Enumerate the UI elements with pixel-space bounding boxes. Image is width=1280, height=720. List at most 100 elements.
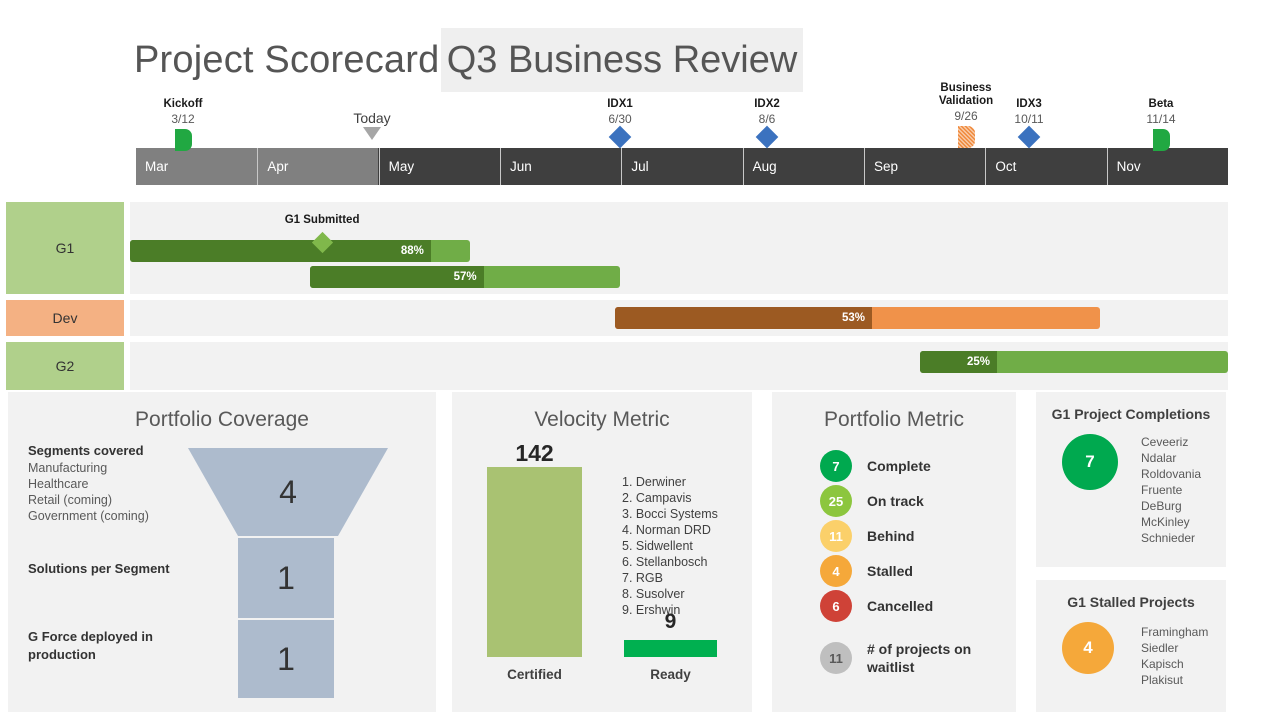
status-row-on-track: 25 On track xyxy=(820,485,924,517)
lane-label-g1: G1 xyxy=(6,202,124,294)
status-badge: 6 xyxy=(820,590,852,622)
status-row-stalled: 4 Stalled xyxy=(820,555,913,587)
coverage-row-1: Solutions per Segment xyxy=(28,560,193,578)
gantt-bar-row: 57%G1 Support4/15 - 6/30 xyxy=(130,266,1228,288)
funnel-segment-1: 1 xyxy=(238,538,334,618)
g1-completions-list: Ceveeriz Ndalar Roldovania Fruente DeBurg McK… xyxy=(1141,434,1201,546)
project-list-item: Roldovania xyxy=(1141,467,1202,481)
timeline-month-nov: Nov xyxy=(1106,148,1228,185)
milestone-name: Today xyxy=(353,110,391,126)
project-list-item: Kapisch xyxy=(1141,657,1184,671)
diamond-blue-icon xyxy=(1017,125,1041,149)
status-label: Stalled xyxy=(867,563,913,579)
waitlist-badge: 11 xyxy=(820,642,852,674)
gantt-bar-row: 25%G2 Platform9/15 - 11/27 xyxy=(130,351,1228,373)
status-badge: 7 xyxy=(820,450,852,482)
gantt-bar-progress: 53% xyxy=(615,307,873,329)
coverage-segment-item: Healthcare xyxy=(28,477,89,491)
ready-value: 9 xyxy=(664,610,677,633)
certified-bar xyxy=(487,467,582,657)
milestone-name: IDX1 xyxy=(607,98,633,110)
ready-label: Ready xyxy=(650,667,691,682)
velocity-list-item: 6. Stellanbosch xyxy=(622,555,708,569)
flag-orange-hatched-icon xyxy=(957,126,975,148)
velocity-list-item: 5. Sidwellent xyxy=(622,539,693,553)
status-row-behind: 11 Behind xyxy=(820,520,914,552)
project-list-item: Plakisut xyxy=(1141,673,1184,687)
coverage-row-0: Segments covered Manufacturing Healthcare R… xyxy=(28,442,193,524)
lane-body-g1: 88%G1 Program3/1 - 5/24 G1 Submitted 57%G1… xyxy=(130,202,1228,294)
certified-value: 142 xyxy=(515,440,554,466)
lane-body-g2: 25%G2 Platform9/15 - 11/27 xyxy=(130,342,1228,390)
velocity-metric-title: Velocity Metric xyxy=(534,408,670,431)
status-badge: 4 xyxy=(820,555,852,587)
gantt-bar-row: 53%Developer Platform6/30 - 10/31 xyxy=(130,307,1228,329)
velocity-list-item: 8. Susolver xyxy=(622,587,685,601)
portfolio-metric-panel: Portfolio Metric 7 Complete 25 On track 11 Be… xyxy=(772,392,1016,712)
portfolio-coverage-panel: Portfolio Coverage Segments covered Manuf… xyxy=(8,392,436,712)
velocity-list-item: 2. Campavis xyxy=(622,491,692,505)
milestone-name: Beta xyxy=(1148,98,1174,110)
diamond-blue-icon xyxy=(608,125,632,149)
timeline-month-may: May xyxy=(378,148,500,185)
milestone-kickoff: Kickoff 3/12 xyxy=(140,98,226,151)
ready-bar xyxy=(624,640,717,657)
project-list-item: Ceveeriz xyxy=(1141,435,1189,449)
funnel-segment-0: 4 xyxy=(188,448,388,536)
gantt-bar[interactable]: 25%G2 Platform9/15 - 11/27 xyxy=(920,351,1228,373)
milestone-date: 11/14 xyxy=(1146,112,1176,126)
g1-stalled-list: Framingham Siedler Kapisch Plakisut xyxy=(1141,624,1208,688)
coverage-segment-item: Government (coming) xyxy=(28,509,149,523)
g1-stalled-title: G1 Stalled Projects xyxy=(1067,594,1195,610)
g1-stalled-card: G1 Stalled Projects 4 Framingham Siedler K… xyxy=(1036,580,1226,712)
timeline-month-jun: Jun xyxy=(500,148,621,185)
gantt-bar[interactable]: 53%Developer Platform6/30 - 10/31 xyxy=(615,307,1100,329)
portfolio-metric-title: Portfolio Metric xyxy=(823,408,965,431)
milestone-idx3: IDX3 10/11 xyxy=(986,98,1072,149)
project-list-item: Ndalar xyxy=(1141,451,1177,465)
milestone-name: IDX3 xyxy=(1016,98,1042,110)
project-list-item: Fruente xyxy=(1141,483,1183,497)
gantt-bar-percent: 57% xyxy=(453,271,477,283)
lane-label-g2: G2 xyxy=(6,342,124,390)
status-label: Behind xyxy=(867,528,915,544)
portfolio-coverage-title: Portfolio Coverage xyxy=(135,408,309,431)
gantt-bar[interactable]: 57%G1 Support4/15 - 6/30 xyxy=(310,266,620,288)
status-row-complete: 7 Complete xyxy=(820,450,931,482)
gantt-milestone-label: G1 Submitted xyxy=(284,214,360,226)
milestone-idx1: IDX1 6/30 xyxy=(577,98,663,149)
g1-completions-title: G1 Project Completions xyxy=(1051,406,1211,422)
gantt-bar-percent: 25% xyxy=(966,356,990,368)
gantt-chart: G1 88%G1 Program3/1 - 5/24 G1 Submitted 57%… xyxy=(6,202,1228,396)
coverage-funnel: 411 xyxy=(188,448,388,698)
g1-completions-count: 7 xyxy=(1062,434,1118,490)
gantt-bar[interactable]: 88%G1 Program3/1 - 5/24 xyxy=(130,240,470,262)
lane-body-dev: 53%Developer Platform6/30 - 10/31 xyxy=(130,300,1228,336)
status-label: Complete xyxy=(867,458,931,474)
timeline-month-apr: Apr xyxy=(257,148,378,185)
coverage-heading: Solutions per Segment xyxy=(28,561,170,576)
milestone-date: 3/12 xyxy=(171,112,195,126)
project-list-item: McKinley xyxy=(1141,515,1190,529)
funnel-segment-2: 1 xyxy=(238,620,334,698)
status-badge: 11 xyxy=(820,520,852,552)
gantt-bar-progress: 25% xyxy=(920,351,997,373)
milestone-date: 6/30 xyxy=(608,112,632,126)
project-list-item: DeBurg xyxy=(1141,499,1182,513)
milestone-date: 8/6 xyxy=(758,112,776,126)
g1-completions-card: G1 Project Completions 7 Ceveeriz Ndalar R… xyxy=(1036,392,1226,567)
timeline: Mar Apr May Jun Jul Aug Sep Oct Nov Kickoff 3/12 T… xyxy=(136,80,1228,185)
gantt-bar-progress: 88% xyxy=(130,240,431,262)
timeline-month-aug: Aug xyxy=(742,148,864,185)
project-list-item: Framingham xyxy=(1141,625,1209,639)
status-badge: 25 xyxy=(820,485,852,517)
waitlist-label: # of projects on waitlist xyxy=(867,641,972,675)
gantt-lane-g2: G2 25%G2 Platform9/15 - 11/27 xyxy=(6,342,1228,390)
flag-green-icon xyxy=(174,129,192,151)
milestone-name: IDX2 xyxy=(754,98,780,110)
g1-stalled-count: 4 xyxy=(1062,622,1114,674)
status-row-cancelled: 6 Cancelled xyxy=(820,590,933,622)
status-label: On track xyxy=(867,493,924,509)
velocity-project-list: 1. Derwiner 2. Campavis 3. Bocci Systems 4.… xyxy=(622,474,718,618)
milestone-name: Kickoff xyxy=(163,98,203,110)
